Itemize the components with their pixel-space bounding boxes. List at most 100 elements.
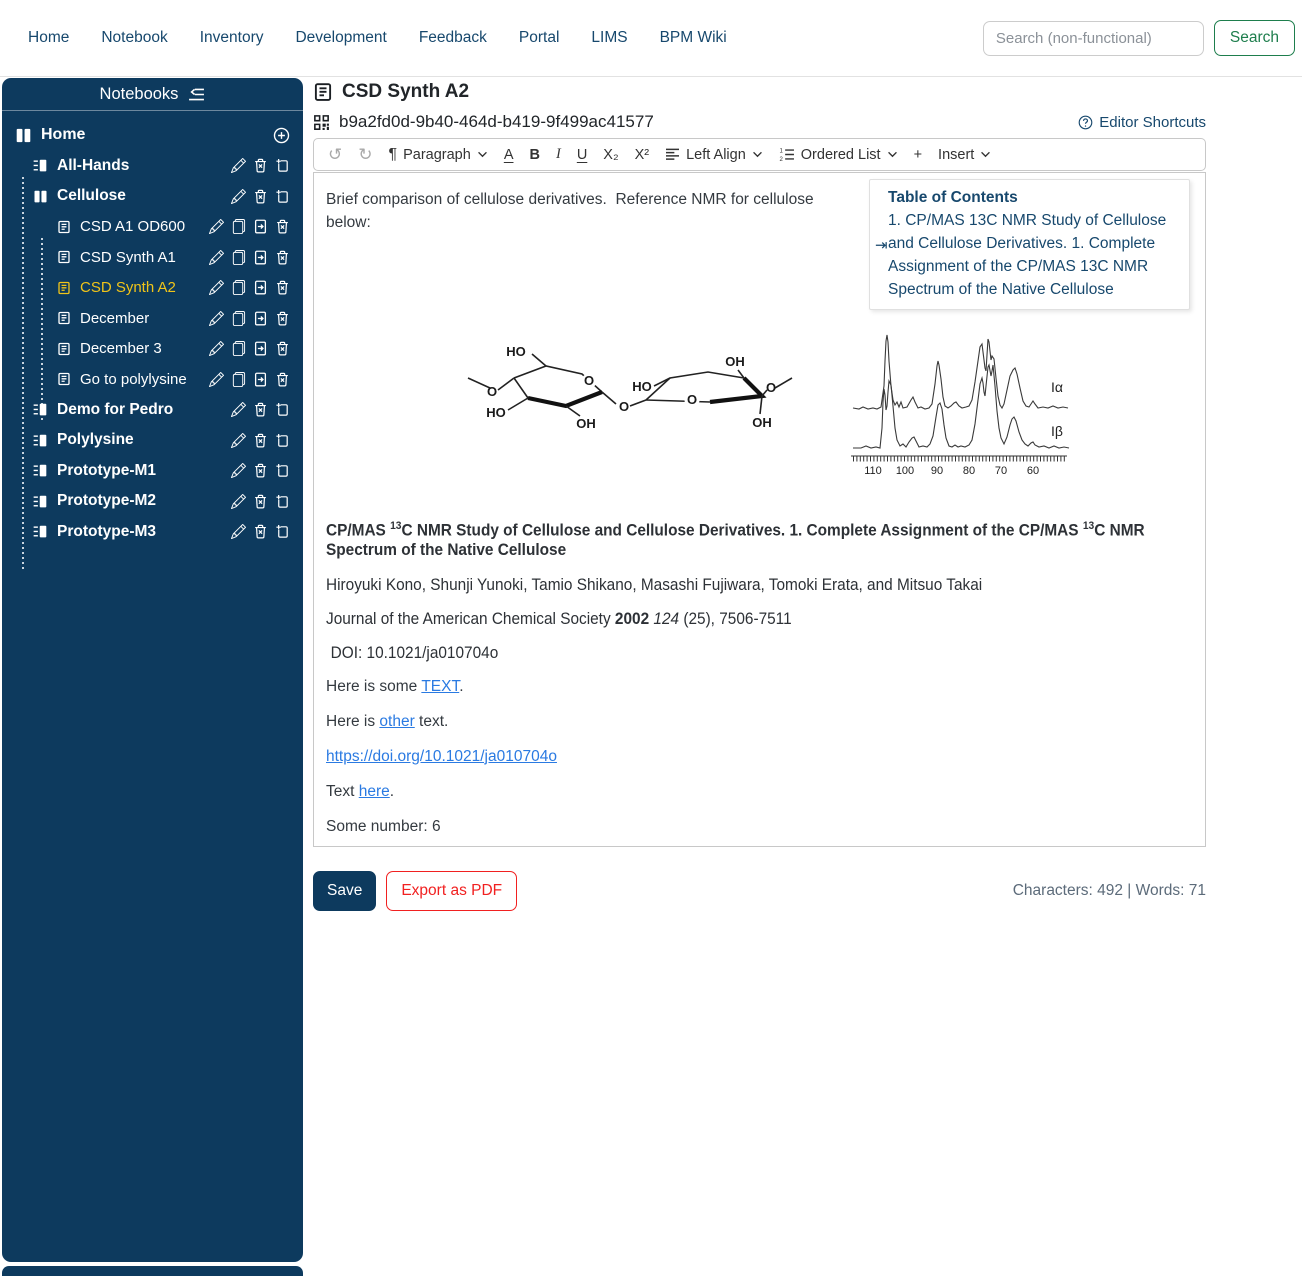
- collapse-sidebar-button[interactable]: [188, 86, 205, 103]
- italic-button[interactable]: I: [556, 146, 561, 163]
- move-entry-button[interactable]: [253, 280, 268, 295]
- journal-text-icon: [57, 220, 71, 234]
- edit-notebook-button[interactable]: [231, 402, 246, 417]
- new-page-button[interactable]: [275, 158, 290, 173]
- here-link[interactable]: here: [359, 783, 390, 800]
- delete-entry-button[interactable]: [275, 311, 290, 326]
- move-entry-button[interactable]: [253, 311, 268, 326]
- sidebar-entry-csd-synth-a1[interactable]: CSD Synth A1: [2, 242, 303, 273]
- other-link[interactable]: other: [379, 713, 414, 730]
- edit-notebook-button[interactable]: [231, 494, 246, 509]
- delete-notebook-button[interactable]: [253, 158, 268, 173]
- delete-notebook-button[interactable]: [253, 402, 268, 417]
- edit-entry-button[interactable]: [209, 341, 224, 356]
- redo-button[interactable]: ↻: [358, 145, 372, 165]
- sidebar-notebook-prototype-m2[interactable]: Prototype-M2: [2, 486, 303, 517]
- bold-button[interactable]: B: [529, 147, 539, 163]
- export-pdf-button[interactable]: Export as PDF: [386, 870, 518, 911]
- duplicate-entry-button[interactable]: [231, 280, 246, 295]
- nav-link-bpm-wiki[interactable]: BPM Wiki: [660, 29, 727, 47]
- open-book-icon: [15, 127, 32, 144]
- delete-entry-button[interactable]: [275, 372, 290, 387]
- qr-code-button[interactable]: [313, 114, 330, 131]
- move-entry-button[interactable]: [253, 219, 268, 234]
- sidebar-entry-go-to-polylysine[interactable]: Go to polylysine: [2, 364, 303, 395]
- save-button[interactable]: Save: [313, 870, 377, 911]
- sidebar-notebook-prototype-m3[interactable]: Prototype-M3: [2, 517, 303, 548]
- new-page-button[interactable]: [275, 189, 290, 204]
- edit-entry-button[interactable]: [209, 219, 224, 234]
- search-button[interactable]: Search: [1213, 20, 1295, 56]
- nav-link-development[interactable]: Development: [295, 29, 386, 47]
- delete-entry-button[interactable]: [275, 219, 290, 234]
- sidebar-notebook-prototype-m1[interactable]: Prototype-M1: [2, 456, 303, 487]
- sidebar-entry-csd-a1-od600[interactable]: CSD A1 OD600: [2, 212, 303, 243]
- edit-notebook-button[interactable]: [231, 158, 246, 173]
- delete-notebook-button[interactable]: [253, 494, 268, 509]
- edit-entry-button[interactable]: [209, 280, 224, 295]
- sidebar-notebook-all-hands[interactable]: All-Hands: [2, 151, 303, 182]
- text-link[interactable]: TEXT: [421, 678, 459, 695]
- nav-link-lims[interactable]: LIMS: [591, 29, 627, 47]
- new-page-button[interactable]: [275, 402, 290, 417]
- font-color-button[interactable]: A: [504, 147, 514, 163]
- delete-notebook-button[interactable]: [253, 189, 268, 204]
- move-entry-button[interactable]: [253, 341, 268, 356]
- duplicate-entry-button[interactable]: [231, 311, 246, 326]
- add-notebook-button[interactable]: [273, 127, 290, 144]
- sidebar-notebook-cellulose[interactable]: Cellulose: [2, 181, 303, 212]
- new-page-button[interactable]: [275, 463, 290, 478]
- edit-entry-button[interactable]: [209, 311, 224, 326]
- delete-notebook-button[interactable]: [253, 463, 268, 478]
- nav-link-portal[interactable]: Portal: [519, 29, 560, 47]
- search-input[interactable]: [982, 20, 1204, 56]
- nav-link-notebook[interactable]: Notebook: [101, 29, 167, 47]
- align-dropdown[interactable]: Left Align: [665, 147, 763, 163]
- edit-entry-button[interactable]: [209, 250, 224, 265]
- sidebar-entry-csd-synth-a2-selected[interactable]: CSD Synth A2: [2, 273, 303, 304]
- subscript-button[interactable]: X₂: [603, 147, 618, 163]
- edit-notebook-button[interactable]: [231, 524, 246, 539]
- nav-link-feedback[interactable]: Feedback: [419, 29, 487, 47]
- jump-to-section-icon: ⇥: [875, 236, 888, 254]
- undo-button[interactable]: ↺: [328, 145, 342, 165]
- sidebar-entry-december-3[interactable]: December 3: [2, 334, 303, 365]
- duplicate-entry-button[interactable]: [231, 372, 246, 387]
- edit-notebook-button[interactable]: [231, 189, 246, 204]
- add-block-button[interactable]: +: [914, 147, 922, 163]
- delete-entry-button[interactable]: [275, 250, 290, 265]
- new-page-button[interactable]: [275, 494, 290, 509]
- toc-entry-link[interactable]: 1. CP/MAS 13C NMR Study of Cellulose and…: [888, 209, 1177, 301]
- move-entry-button[interactable]: [253, 372, 268, 387]
- duplicate-entry-button[interactable]: [231, 219, 246, 234]
- doi-url-link[interactable]: https://doi.org/10.1021/ja010704o: [326, 748, 557, 765]
- insert-dropdown[interactable]: Insert: [938, 147, 991, 163]
- underline-button[interactable]: U: [577, 147, 587, 163]
- editor-shortcuts-link[interactable]: Editor Shortcuts: [1078, 114, 1206, 131]
- duplicate-entry-button[interactable]: [231, 341, 246, 356]
- superscript-button[interactable]: X²: [635, 147, 650, 163]
- sidebar-notebook-polylysine[interactable]: Polylysine: [2, 425, 303, 456]
- list-dropdown[interactable]: Ordered List: [779, 147, 898, 163]
- sidebar-item-home[interactable]: Home: [2, 120, 303, 151]
- nav-link-home[interactable]: Home: [28, 29, 69, 47]
- delete-entry-button[interactable]: [275, 280, 290, 295]
- nav-link-inventory[interactable]: Inventory: [200, 29, 264, 47]
- sidebar-entry-december[interactable]: December: [2, 303, 303, 334]
- edit-notebook-button[interactable]: [231, 433, 246, 448]
- duplicate-entry-button[interactable]: [231, 250, 246, 265]
- delete-entry-button[interactable]: [275, 341, 290, 356]
- move-entry-button[interactable]: [253, 250, 268, 265]
- svg-text:100: 100: [896, 465, 914, 477]
- paragraph-style-dropdown[interactable]: ¶ Paragraph: [389, 146, 488, 164]
- new-page-button[interactable]: [275, 433, 290, 448]
- edit-entry-button[interactable]: [209, 372, 224, 387]
- delete-notebook-button[interactable]: [253, 433, 268, 448]
- toc-jump-button[interactable]: ⇥: [875, 234, 888, 257]
- entry-label: Go to polylysine: [80, 370, 187, 388]
- editor-content[interactable]: ⇥ Table of Contents 1. CP/MAS 13C NMR St…: [313, 172, 1206, 847]
- sidebar-notebook-demo-for-pedro[interactable]: Demo for Pedro: [2, 395, 303, 426]
- delete-notebook-button[interactable]: [253, 524, 268, 539]
- edit-notebook-button[interactable]: [231, 463, 246, 478]
- new-page-button[interactable]: [275, 524, 290, 539]
